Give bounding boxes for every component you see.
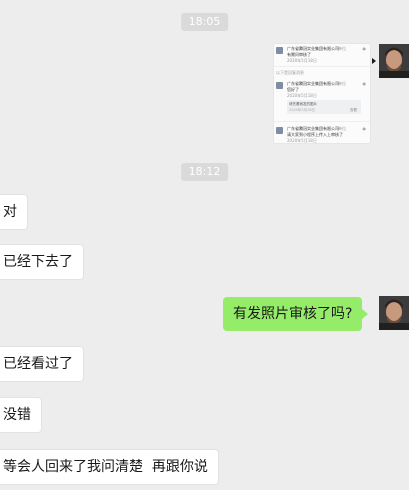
sent-message: 有发照片审核了吗? <box>223 297 369 331</box>
timestamp: 18:12 <box>180 163 229 181</box>
post-time: 2020年5月18日 <box>287 138 317 143</box>
received-message: 已经下去了 <box>0 244 84 280</box>
avatar <box>276 82 283 89</box>
post-time: 2020年5月18日 <box>287 58 317 63</box>
post-time: 2020年5月18日 <box>287 93 317 98</box>
received-message: 对 <box>0 194 28 230</box>
quote-text: 请先看我发的图片 <box>289 102 317 106</box>
post-name: 广东省腾冠实业集团有限公司 <box>287 81 339 86</box>
avatar <box>276 47 283 54</box>
more-icon: ● <box>362 81 367 86</box>
more-icon: ● <box>362 126 367 131</box>
post-text: 有需问审核了 <box>287 52 311 57</box>
timestamp: 18:05 <box>180 13 229 31</box>
image-message[interactable]: 广东省腾冠实业集团有限公司 单位 有需问审核了 2020年5月18日 ● 以下是… <box>273 43 371 144</box>
more-icon: ● <box>362 46 367 51</box>
received-message: 已经看过了 <box>0 346 84 382</box>
divider-line <box>274 66 370 67</box>
avatar <box>276 127 283 134</box>
post-text: 您好了 <box>287 87 299 92</box>
received-message: 没错 <box>0 397 42 433</box>
user-avatar[interactable] <box>379 44 409 78</box>
post-name: 广东省腾冠实业集团有限公司 <box>287 126 339 131</box>
post-name: 广东省腾冠实业集团有限公司 <box>287 46 339 51</box>
quote-action: 查看 <box>350 108 357 112</box>
post-tag: 单位 <box>338 46 346 51</box>
post-tag: 单位 <box>338 126 346 131</box>
post-text: 请大家到小程序上传入上审核了 <box>287 132 343 137</box>
post-tag: 单位 <box>338 81 346 86</box>
reply-divider: 以下是回复消息 <box>276 70 304 75</box>
quote-meta: 2020年5月18日 <box>289 108 316 112</box>
divider-line <box>274 121 370 122</box>
pointer-arrow-icon <box>372 58 376 64</box>
received-message: 等会人回来了我问清楚 再跟你说 <box>0 449 219 485</box>
user-avatar[interactable] <box>379 296 409 330</box>
